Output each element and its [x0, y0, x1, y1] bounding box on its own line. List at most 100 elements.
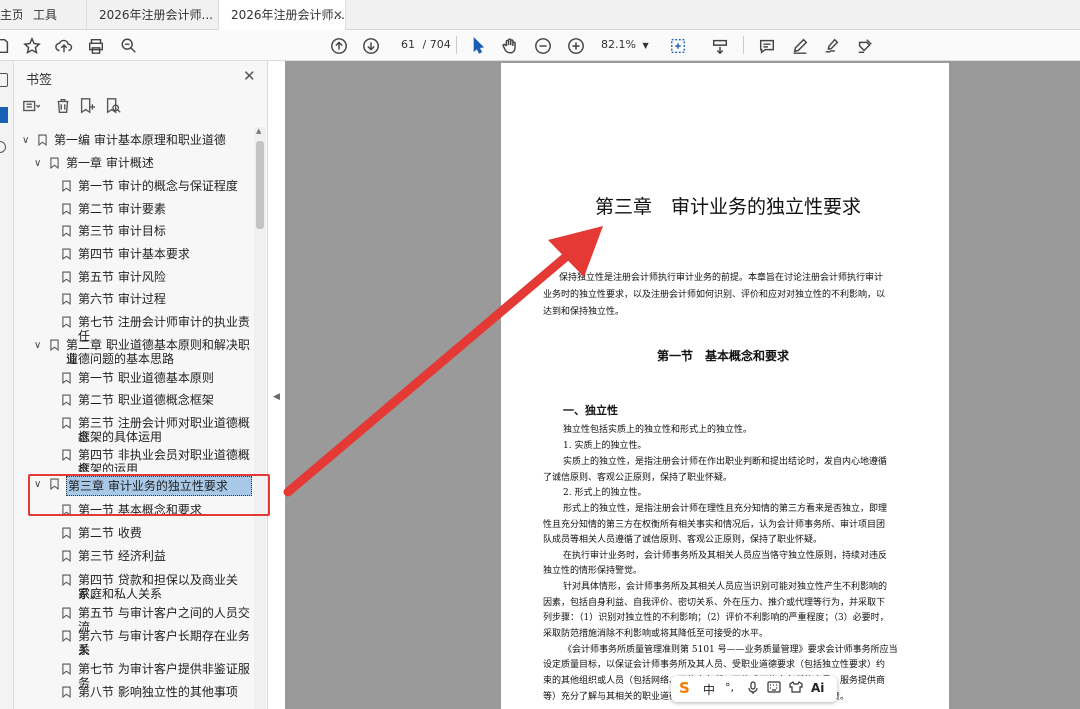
close-icon[interactable]: ✕ [243, 67, 256, 85]
skin-icon[interactable] [789, 681, 803, 696]
bookmark-label-line2: 道德问题的基本思路 [66, 352, 175, 366]
ime-language-toggle[interactable]: 中 [703, 681, 715, 698]
comment-icon[interactable] [757, 36, 777, 56]
pdf-page: 第三章 审计业务的独立性要求 保持独立性是注册会计师执行审计业务的前提。本章旨在… [501, 63, 949, 709]
bookmarks-panel-title: 书签 [26, 73, 53, 88]
bookmark-icon [62, 550, 71, 562]
delete-bookmark-icon[interactable] [54, 97, 76, 119]
bookmark-label: 第二节 收费 [78, 526, 142, 540]
bookmark-icon [50, 339, 59, 351]
chapter-title: 第三章 审计业务的独立性要求 [595, 196, 862, 218]
bookmark-icon [62, 180, 71, 192]
zoom-level-select[interactable]: 82.1% ▼ [601, 38, 649, 51]
tab-document-1[interactable]: 2026年注册会计师... [86, 0, 214, 30]
scroll-mode-icon[interactable] [710, 36, 730, 56]
page-icon[interactable] [0, 36, 12, 56]
new-bookmark-icon[interactable] [78, 97, 100, 119]
zoom-in-icon[interactable] [566, 36, 586, 56]
intro-line: 达到和保持独立性。 [543, 307, 625, 317]
body-line: 实质上的独立性，是指注册会计师在作出职业判断和提出结论时，发自内心地遵循 [563, 457, 888, 467]
bookmark-icon [62, 372, 71, 384]
body-line: 设定质量目标，以保证会计师事务所及其人员、受职业道德要求（包括独立性要求）约 [543, 660, 886, 670]
bookmark-icon [62, 316, 71, 328]
bookmark-label-line2: 框架的具体运用 [78, 430, 163, 444]
pages-panel-icon[interactable] [0, 73, 8, 87]
body-line: 针对具体情形，会计师事务所及其相关人员应当识别可能对独立性产生不利影响的 [563, 582, 888, 592]
intro-line: 业务时的独立性要求，以及注册会计师如何识别、评价和应对对独立性的不利影响，以 [543, 290, 886, 300]
chevron-down-icon[interactable]: ∨ [22, 134, 29, 148]
print-icon[interactable] [86, 36, 106, 56]
find-bookmark-icon[interactable] [104, 97, 126, 119]
bookmark-options-icon[interactable] [22, 97, 44, 119]
bookmark-label: 第三节 经济利益 [78, 549, 166, 563]
chevron-down-icon[interactable]: ∨ [34, 157, 41, 171]
tab-document-2-label: 2026年注册会计师... [231, 8, 345, 22]
bookmark-icon [62, 527, 71, 539]
chevron-down-icon: ▼ [642, 41, 649, 50]
bookmark-icon [62, 630, 71, 642]
sub-heading: 一、独立性 [563, 404, 618, 417]
next-page-icon[interactable] [361, 36, 381, 56]
body-line: 列步骤：（1）识别对独立性的不利影响；（2）评价不利影响的严重程度；（3）必要时… [543, 613, 889, 623]
hand-tool-icon[interactable] [500, 36, 520, 56]
body-line: 队成员等相关人员遵循了诚信原则、客观公正原则，保持了职业怀疑。 [543, 535, 823, 545]
bookmark-tree: ∨ 第一编 审计基本原理和职业道德 ∨ 第一章 审计概述 第一节 审计的概念与保… [14, 127, 254, 709]
bookmark-panel-icon[interactable] [0, 107, 8, 123]
ime-logo-icon[interactable]: S [679, 679, 690, 697]
document-viewer[interactable]: 第三章 审计业务的独立性要求 保持独立性是注册会计师执行审计业务的前提。本章旨在… [285, 61, 1080, 709]
tab-home-label: 主页 [0, 8, 22, 22]
pen-icon[interactable] [790, 36, 810, 56]
star-icon[interactable] [22, 36, 42, 56]
stamp-edit-icon[interactable] [855, 36, 875, 56]
body-line: 《会计师事务所质量管理准则第 5101 号——业务质量管理》要求会计师事务所应当 [563, 645, 898, 655]
bookmark-label: 第四节 审计基本要求 [78, 247, 190, 261]
body-line: 独立性包括实质上的独立性和形式上的独立性。 [563, 425, 753, 435]
page-current-input[interactable]: 61 [393, 38, 415, 51]
collapse-panel-icon[interactable]: ◀ [273, 392, 280, 402]
bookmark-scrollbar[interactable]: ▲ [254, 127, 266, 709]
scrollbar-thumb[interactable] [256, 141, 264, 229]
ime-toolbar: S 中 °, Ai [671, 676, 837, 702]
tab-document-1-label: 2026年注册会计师... [99, 8, 213, 22]
tab-bar: 主页 工具 2026年注册会计师... 2026年注册会计师... ✕ [0, 0, 1080, 31]
previous-page-icon[interactable] [329, 36, 349, 56]
fit-page-icon[interactable] [668, 36, 688, 56]
body-line: 2. 形式上的独立性。 [563, 488, 647, 498]
bookmark-label: 第六节 与审计客户长期存在业务关 [78, 629, 250, 657]
bookmark-icon [62, 203, 71, 215]
tab-close-icon[interactable]: ✕ [333, 0, 343, 30]
intro-line: 保持独立性是注册会计师执行审计业务的前提。本章旨在讨论注册会计师执行审计 [559, 273, 884, 283]
signature-icon[interactable] [822, 36, 842, 56]
bookmark-icon [62, 394, 71, 406]
body-line: 采取防范措施消除不利影响或将其降低至可接受的水平。 [543, 629, 769, 639]
zoom-search-icon[interactable] [119, 36, 139, 56]
bookmark-label-line2: 家庭和私人关系 [78, 587, 163, 601]
bookmark-icon [62, 574, 71, 586]
navigation-rail [0, 61, 14, 709]
page-number-field[interactable]: 61 / 704 [393, 38, 451, 51]
chevron-down-icon[interactable]: ∨ [34, 339, 41, 353]
bookmark-section[interactable]: 第四节 非执业会员对职业道德概念 框架的运用 [14, 448, 254, 472]
attachment-panel-icon[interactable] [0, 141, 6, 153]
bookmark-icon [38, 134, 47, 146]
select-cursor-icon[interactable] [468, 36, 488, 56]
ime-ai-button[interactable]: Ai [811, 681, 824, 695]
microphone-icon[interactable] [747, 681, 759, 698]
bookmark-label-line2: 框架的运用 [78, 462, 139, 472]
bookmark-label: 第五节 审计风险 [78, 270, 166, 284]
tab-document-2-active[interactable]: 2026年注册会计师... ✕ [218, 0, 346, 31]
bookmarks-panel: 书签 ✕ ∨ 第一编 审计基本原理和职业道德 ∨ 第一章 审计概述 第一节 审计… [14, 61, 268, 709]
section-title: 第一节 基本概念和要求 [657, 349, 790, 363]
bookmark-icon [62, 225, 71, 237]
cloud-upload-icon[interactable] [54, 36, 74, 56]
bookmark-icon [62, 248, 71, 260]
keyboard-icon[interactable] [767, 681, 781, 696]
tab-home[interactable]: 主页 [0, 0, 22, 30]
scroll-up-icon[interactable]: ▲ [256, 127, 261, 135]
bookmark-icon [62, 449, 71, 461]
tab-tools[interactable]: 工具 [33, 0, 57, 30]
bookmark-label: 第三节 审计目标 [78, 224, 166, 238]
ime-punctuation-toggle[interactable]: °, [725, 681, 734, 694]
zoom-out-icon[interactable] [533, 36, 553, 56]
page-total-label: / 704 [422, 38, 451, 51]
